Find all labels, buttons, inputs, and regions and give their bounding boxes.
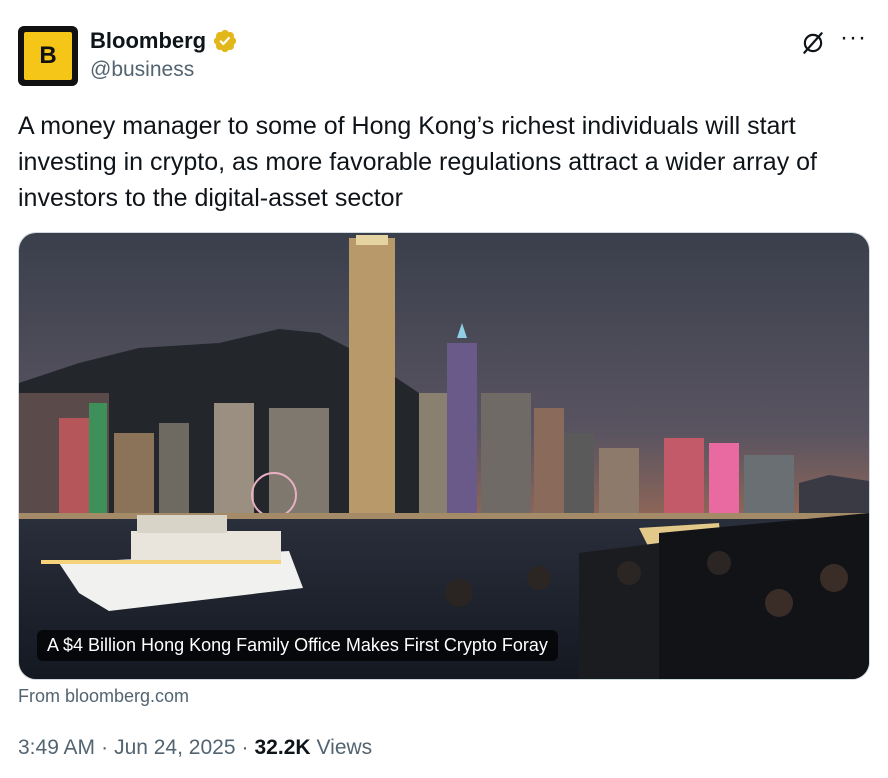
views-count: 32.2K	[254, 736, 311, 759]
meta-separator-2: ·	[241, 736, 249, 759]
grok-icon[interactable]	[800, 30, 826, 56]
avatar[interactable]: B	[18, 26, 78, 86]
tweet-date[interactable]: Jun 24, 2025	[114, 736, 235, 760]
hong-kong-skyline-photo	[19, 233, 869, 679]
tweet-meta: 3:49 AM · Jun 24, 2025 · 32.2K Views	[18, 736, 372, 760]
more-icon[interactable]: ···	[840, 26, 866, 54]
avatar-logo: B	[24, 32, 72, 80]
tweet-time[interactable]: 3:49 AM	[18, 736, 95, 760]
card-source[interactable]: From bloomberg.com	[18, 686, 189, 707]
link-card-image[interactable]: A $4 Billion Hong Kong Family Office Mak…	[18, 232, 870, 680]
handle[interactable]: @business	[90, 58, 194, 82]
meta-separator: ·	[101, 736, 109, 759]
card-headline: A $4 Billion Hong Kong Family Office Mak…	[37, 630, 558, 661]
display-name[interactable]: Bloomberg	[90, 28, 206, 54]
name-row: Bloomberg	[90, 28, 238, 54]
verified-badge-icon	[214, 29, 237, 53]
views-label: Views	[316, 736, 373, 759]
tweet-text: A money manager to some of Hong Kong’s r…	[18, 112, 817, 212]
